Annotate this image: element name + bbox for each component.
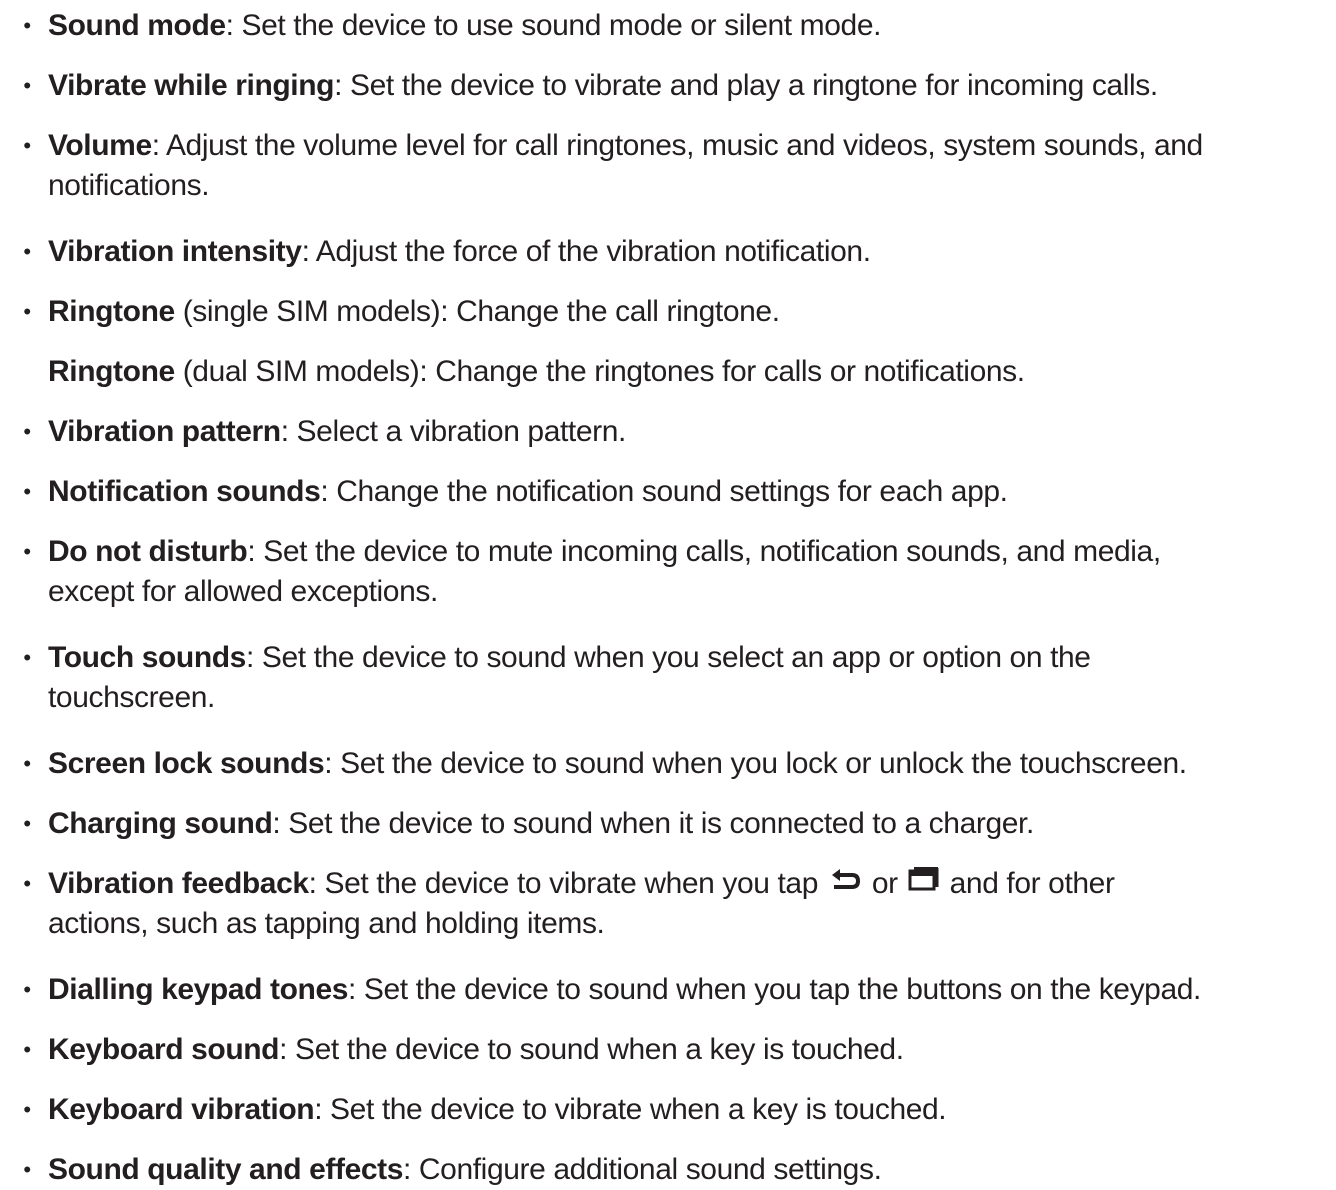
item-line: Notification sounds: Change the notifica…	[0, 472, 1336, 512]
item-continuation: except for allowed exceptions.	[48, 575, 438, 608]
item-line: Do not disturb: Set the device to mute i…	[0, 532, 1336, 572]
item-line: Dialling keypad tones: Set the device to…	[0, 970, 1336, 1010]
item-term: Vibration feedback	[48, 867, 309, 900]
bullet: •	[23, 871, 31, 896]
item-desc: : Set the device to sound when it is con…	[272, 807, 1034, 840]
item-desc: : Set the device to use sound mode or si…	[225, 9, 882, 42]
bullet: •	[23, 73, 31, 98]
item-desc: : Set the device to mute incoming calls,…	[247, 535, 1161, 568]
list-item-do-not-disturb: • Do not disturb: Set the device to mute…	[0, 532, 1336, 612]
bullet: •	[23, 1097, 31, 1122]
bullet: •	[23, 13, 31, 38]
item-line: Sound quality and effects: Configure add…	[0, 1150, 1336, 1190]
list-item-charging-sound: • Charging sound: Set the device to soun…	[0, 804, 1336, 844]
item-line: Keyboard vibration: Set the device to vi…	[0, 1090, 1336, 1130]
list-item-volume: • Volume: Adjust the volume level for ca…	[0, 126, 1336, 206]
bullet: •	[23, 239, 31, 264]
item-desc: (dual SIM models): Change the ringtones …	[174, 355, 1025, 388]
item-line: Ringtone (single SIM models): Change the…	[0, 292, 1336, 332]
bullet: •	[23, 133, 31, 158]
list-item-sound-mode: • Sound mode: Set the device to use soun…	[0, 6, 1336, 46]
item-term: Ringtone	[48, 355, 175, 388]
item-desc: or	[863, 867, 906, 900]
item-term: Keyboard vibration	[48, 1093, 315, 1126]
item-desc: : Configure additional sound settings.	[403, 1153, 882, 1186]
bullet: •	[23, 811, 31, 836]
list-item-vibrate-while-ringing: • Vibrate while ringing: Set the device …	[0, 66, 1336, 106]
bullet: •	[23, 751, 31, 776]
item-desc: : Set the device to sound when you lock …	[324, 747, 1187, 780]
recent-apps-icon	[908, 862, 940, 902]
item-continuation: touchscreen.	[48, 681, 215, 714]
item-desc: : Adjust the volume level for call ringt…	[151, 129, 1203, 162]
item-term: Screen lock sounds	[48, 747, 325, 780]
item-desc: : Set the device to vibrate when you tap	[308, 867, 826, 900]
item-desc: : Set the device to vibrate and play a r…	[334, 69, 1158, 102]
item-line: Sound mode: Set the device to use sound …	[0, 6, 1336, 46]
bullet: •	[23, 299, 31, 324]
item-term: Volume	[48, 129, 152, 162]
item-desc: : Adjust the force of the vibration noti…	[301, 235, 871, 268]
item-line: Vibration feedback: Set the device to vi…	[0, 864, 1336, 904]
bullet: •	[23, 1037, 31, 1062]
item-desc: (single SIM models): Change the call rin…	[174, 295, 780, 328]
list-item-keyboard-sound: • Keyboard sound: Set the device to soun…	[0, 1030, 1336, 1070]
item-desc: : Select a vibration pattern.	[280, 415, 627, 448]
list-item-dialling-keypad-tones: • Dialling keypad tones: Set the device …	[0, 970, 1336, 1010]
item-line: Touch sounds: Set the device to sound wh…	[0, 638, 1336, 678]
list-item-sound-quality-and-effects: • Sound quality and effects: Configure a…	[0, 1150, 1336, 1190]
bullet: •	[23, 419, 31, 444]
item-term: Sound quality and effects	[48, 1153, 404, 1186]
manual-page: • Sound mode: Set the device to use soun…	[0, 0, 1336, 1186]
item-term: Notification sounds	[48, 475, 321, 508]
item-term: Sound mode	[48, 9, 226, 42]
item-line: Vibration pattern: Select a vibration pa…	[0, 412, 1336, 452]
bullet: •	[23, 645, 31, 670]
item-continuation: notifications.	[48, 169, 210, 202]
item-term: Vibration intensity	[48, 235, 302, 268]
list-item-screen-lock-sounds: • Screen lock sounds: Set the device to …	[0, 744, 1336, 784]
bullet: •	[23, 977, 31, 1002]
list-item-vibration-intensity: • Vibration intensity: Adjust the force …	[0, 232, 1336, 272]
bullet: •	[23, 539, 31, 564]
bullet: •	[23, 479, 31, 504]
item-line: Vibrate while ringing: Set the device to…	[0, 66, 1336, 106]
list-item-vibration-pattern: • Vibration pattern: Select a vibration …	[0, 412, 1336, 452]
item-line: Screen lock sounds: Set the device to so…	[0, 744, 1336, 784]
item-term: Ringtone	[48, 295, 175, 328]
item-line: Charging sound: Set the device to sound …	[0, 804, 1336, 844]
item-term: Vibrate while ringing	[48, 69, 335, 102]
list-item-keyboard-vibration: • Keyboard vibration: Set the device to …	[0, 1090, 1336, 1130]
item-desc: and for other	[941, 867, 1115, 900]
item-term: Charging sound	[48, 807, 273, 840]
item-desc: : Set the device to sound when you tap t…	[348, 973, 1201, 1006]
list-item-touch-sounds: • Touch sounds: Set the device to sound …	[0, 638, 1336, 718]
item-desc: : Change the notification sound settings…	[320, 475, 1008, 508]
back-icon	[828, 862, 862, 902]
item-desc: : Set the device to sound when you selec…	[245, 641, 1091, 674]
item-line: Vibration intensity: Adjust the force of…	[0, 232, 1336, 272]
item-term: Touch sounds	[48, 641, 246, 674]
bullet: •	[23, 1157, 31, 1182]
item-term: Keyboard sound	[48, 1033, 280, 1066]
item-desc: : Set the device to sound when a key is …	[279, 1033, 904, 1066]
item-term: Do not disturb	[48, 535, 248, 568]
list-item-vibration-feedback: • Vibration feedback: Set the device to …	[0, 864, 1336, 944]
item-term: Dialling keypad tones	[48, 973, 349, 1006]
item-continuation: actions, such as tapping and holding ite…	[48, 907, 605, 940]
item-line-dual-sim: Ringtone (dual SIM models): Change the r…	[0, 352, 1336, 392]
list-item-ringtone: • Ringtone (single SIM models): Change t…	[0, 292, 1336, 392]
item-desc: : Set the device to vibrate when a key i…	[314, 1093, 947, 1126]
item-line: Volume: Adjust the volume level for call…	[0, 126, 1336, 166]
list-item-notification-sounds: • Notification sounds: Change the notifi…	[0, 472, 1336, 512]
item-term: Vibration pattern	[48, 415, 281, 448]
item-line: Keyboard sound: Set the device to sound …	[0, 1030, 1336, 1070]
